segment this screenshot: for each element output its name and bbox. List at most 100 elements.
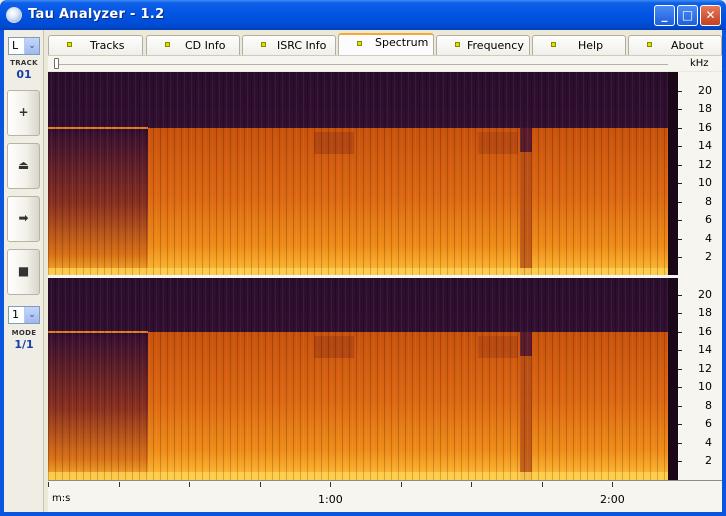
led-icon xyxy=(551,42,556,47)
channel-select-value: L xyxy=(12,39,19,52)
tab-label: CD Info xyxy=(185,39,226,52)
spectrum-end xyxy=(668,276,678,480)
tab-spectrum[interactable]: Spectrum xyxy=(338,33,434,55)
freq-tick xyxy=(678,294,682,296)
tab-label: Spectrum xyxy=(375,36,429,49)
time-tick xyxy=(48,482,49,487)
tab-label: Frequency xyxy=(467,39,524,52)
led-icon xyxy=(647,42,652,47)
freq-tick xyxy=(678,257,682,259)
freq-tick xyxy=(678,461,682,463)
add-button[interactable]: + xyxy=(7,90,40,136)
freq-tick-label: 4 xyxy=(705,435,712,449)
freq-tick-label: 14 xyxy=(698,139,712,153)
texture-overlay xyxy=(48,276,668,480)
freq-axis-right-channel: 20 18 16 14 12 10 8 6 4 2 xyxy=(678,276,722,480)
freq-tick-label: 2 xyxy=(705,250,712,264)
freq-tick xyxy=(678,405,682,407)
led-icon xyxy=(455,42,460,47)
led-icon xyxy=(67,42,72,47)
window-title: Tau Analyzer - 1.2 xyxy=(28,7,165,22)
time-axis: m:s 1:00 2:00 xyxy=(48,480,722,512)
app-icon xyxy=(6,7,22,23)
time-tick-label: 2:00 xyxy=(600,493,625,506)
freq-tick-label: 20 xyxy=(698,287,712,301)
freq-tick xyxy=(678,109,682,111)
texture-overlay xyxy=(48,72,668,276)
freq-tick xyxy=(678,350,682,352)
freq-tick-label: 8 xyxy=(705,194,712,208)
tab-cd-info[interactable]: CD Info xyxy=(146,35,240,55)
channel-separator xyxy=(48,275,678,278)
freq-tick xyxy=(678,424,682,426)
minimize-button[interactable]: _ xyxy=(654,5,675,26)
freq-tick xyxy=(678,368,682,370)
tab-label: About xyxy=(671,39,704,52)
close-button[interactable]: ✕ xyxy=(700,5,721,26)
time-tick xyxy=(189,482,190,487)
freq-tick xyxy=(678,313,682,315)
freq-tick xyxy=(678,164,682,166)
tab-about[interactable]: About xyxy=(628,35,722,55)
client-area: L ⌄ TRACK 01 + ⏏ ➡ ■ 1 ⌄ MODE 1/1 Tracks… xyxy=(4,30,722,512)
freq-tick xyxy=(678,387,682,389)
play-arrow-icon: ➡ xyxy=(18,211,29,225)
led-icon xyxy=(357,41,362,46)
freq-tick-label: 8 xyxy=(705,398,712,412)
tab-help[interactable]: Help xyxy=(532,35,626,55)
mode-value: 1/1 xyxy=(14,338,34,351)
freq-tick-label: 10 xyxy=(698,176,712,190)
mode-select[interactable]: 1 ⌄ xyxy=(8,306,40,324)
track-label: TRACK xyxy=(10,59,38,67)
channel-select[interactable]: L ⌄ xyxy=(8,37,40,55)
time-tick xyxy=(400,482,402,487)
freq-tick-label: 10 xyxy=(698,380,712,394)
maximize-button[interactable]: □ xyxy=(677,5,698,26)
right-channel-spectrum xyxy=(48,276,678,480)
position-slider-thumb[interactable] xyxy=(54,58,59,69)
freq-tick-label: 12 xyxy=(698,157,712,171)
frequency-unit-label: kHz xyxy=(690,58,709,69)
freq-tick-label: 4 xyxy=(705,231,712,245)
freq-tick-label: 6 xyxy=(705,417,712,431)
spectrogram-view[interactable] xyxy=(48,72,678,480)
time-tick xyxy=(259,482,261,487)
spectrogram-panels xyxy=(48,72,678,480)
freq-axis-left-channel: 20 18 16 14 12 10 8 6 4 2 xyxy=(678,72,722,276)
time-tick xyxy=(471,482,472,487)
freq-tick xyxy=(678,90,682,92)
led-icon xyxy=(165,42,170,47)
stop-icon: ■ xyxy=(17,264,30,278)
freq-tick xyxy=(678,183,682,185)
title-bar[interactable]: Tau Analyzer - 1.2 _ □ ✕ xyxy=(0,0,726,30)
plus-icon: + xyxy=(18,105,29,119)
left-channel-spectrum xyxy=(48,72,678,276)
eject-icon: ⏏ xyxy=(17,158,30,172)
position-strip[interactable]: kHz xyxy=(48,55,722,71)
track-number: 01 xyxy=(16,68,32,81)
freq-tick-label: 18 xyxy=(698,102,712,116)
freq-tick-label: 2 xyxy=(705,454,712,468)
play-button[interactable]: ➡ xyxy=(7,196,40,242)
tab-isrc-info[interactable]: ISRC Info xyxy=(242,35,336,55)
tab-tracks[interactable]: Tracks xyxy=(48,35,143,55)
left-panel: L ⌄ TRACK 01 + ⏏ ➡ ■ 1 ⌄ MODE 1/1 xyxy=(4,30,44,512)
tab-label: Help xyxy=(578,39,604,52)
freq-tick xyxy=(678,331,682,333)
freq-tick xyxy=(678,220,682,222)
freq-tick-label: 14 xyxy=(698,343,712,357)
time-tick xyxy=(612,482,613,487)
chevron-down-icon[interactable]: ⌄ xyxy=(24,38,39,54)
spectrum-end xyxy=(668,72,678,276)
freq-tick xyxy=(678,201,682,203)
tab-frequency[interactable]: Frequency xyxy=(436,35,530,55)
eject-button[interactable]: ⏏ xyxy=(7,143,40,189)
mode-select-value: 1 xyxy=(12,308,19,321)
stop-button[interactable]: ■ xyxy=(7,249,40,295)
tab-label: Tracks xyxy=(90,39,125,52)
freq-tick-label: 16 xyxy=(698,324,712,338)
tab-bar: Tracks CD Info ISRC Info Spectrum Freque… xyxy=(48,33,722,55)
freq-tick-label: 20 xyxy=(698,83,712,97)
chevron-down-icon[interactable]: ⌄ xyxy=(24,307,39,323)
freq-tick xyxy=(678,127,682,129)
